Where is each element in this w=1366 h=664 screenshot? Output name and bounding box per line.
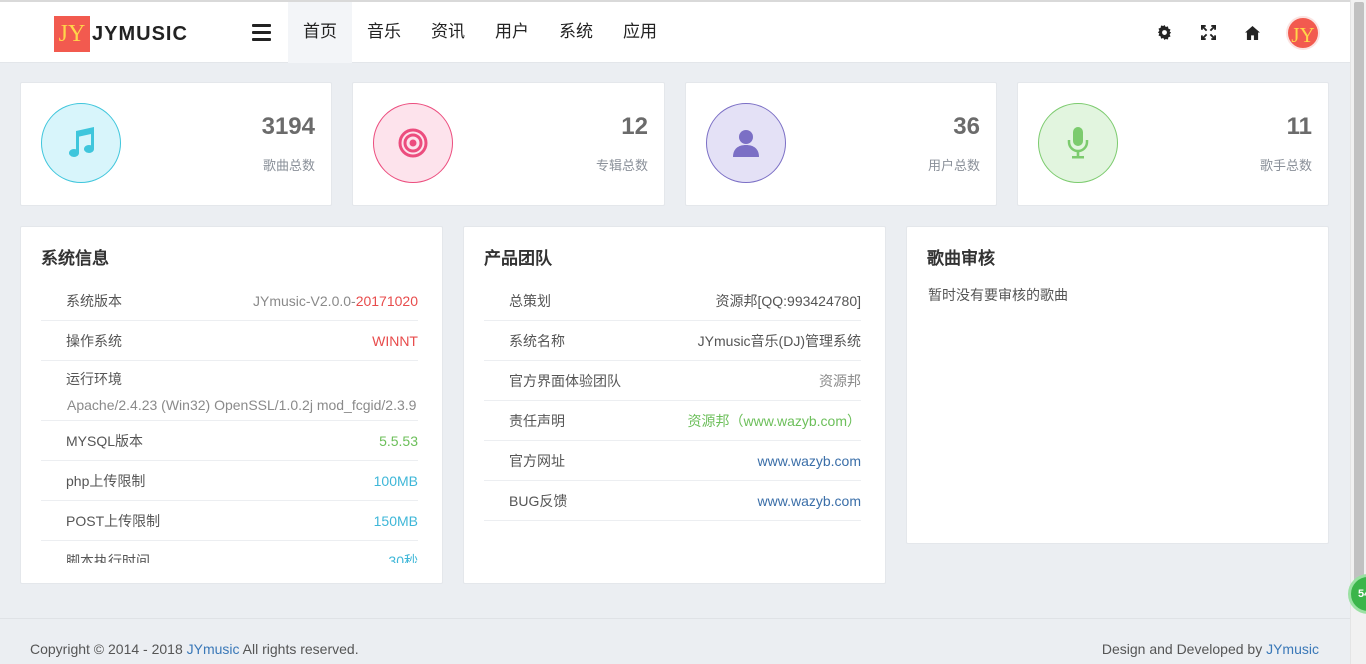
row-value: Apache/2.4.23 (Win32) OpenSSL/1.0.2j mod… — [67, 396, 417, 413]
disc-icon — [373, 103, 453, 183]
copyright-prefix: Copyright © 2014 - 2018 — [30, 641, 187, 657]
team-row: 总策划 资源邦[QQ:993424780] — [484, 281, 861, 321]
nav-item-home[interactable]: 首页 — [288, 2, 352, 63]
row-value: WINNT — [372, 332, 418, 349]
panel-title: 产品团队 — [484, 249, 552, 268]
copyright-suffix: All rights reserved. — [239, 641, 359, 657]
row-value: 5.5.53 — [379, 432, 418, 449]
row-key: BUG反馈 — [509, 492, 568, 509]
version-date: 20171020 — [355, 292, 418, 309]
row-value[interactable]: 资源邦（www.wazyb.com） — [688, 411, 861, 431]
team-row: 责任声明 资源邦（www.wazyb.com） — [484, 401, 861, 441]
stat-value-singers: 11 — [1286, 113, 1312, 140]
row-key: MYSQL版本 — [66, 432, 144, 449]
stat-label-users: 用户总数 — [927, 158, 980, 173]
row-value: 100MB — [373, 472, 418, 489]
stat-value-albums: 12 — [621, 113, 648, 140]
stat-card-singers: 11 歌手总数 — [1017, 82, 1329, 206]
stat-value-songs: 3194 — [261, 113, 315, 140]
stat-card-songs: 3194 歌曲总数 — [20, 82, 332, 206]
stat-card-users: 36 用户总数 — [685, 82, 997, 206]
panel-title: 歌曲审核 — [927, 249, 995, 268]
developer-credit: Design and Developed by JYmusic — [1102, 641, 1319, 657]
stat-label-albums: 专辑总数 — [595, 158, 648, 173]
team-rows: 总策划 资源邦[QQ:993424780] 系统名称 JYmusic音乐(DJ)… — [484, 281, 861, 521]
footer-dev-link[interactable]: JYmusic — [1266, 641, 1319, 657]
row-value: JYmusic音乐(DJ)管理系统 — [697, 332, 861, 349]
info-row: php上传限制 100MB — [41, 461, 418, 501]
main-nav: 首页 音乐 资讯 用户 系统 应用 — [288, 2, 672, 63]
bug-feedback-link[interactable]: www.wazyb.com — [758, 493, 861, 509]
row-key: 官方网址 — [509, 452, 565, 469]
footer-brand-link[interactable]: JYmusic — [187, 641, 240, 657]
row-value: JYmusic-V2.0.0-20171020 — [253, 293, 418, 309]
row-key: 系统名称 — [509, 332, 565, 349]
stat-label-singers: 歌手总数 — [1259, 158, 1312, 173]
team-row: BUG反馈 www.wazyb.com — [484, 481, 861, 521]
nav-item-music[interactable]: 音乐 — [352, 2, 416, 63]
info-row: 操作系统 WINNT — [41, 321, 418, 361]
row-value: 30秒 — [388, 552, 418, 564]
fullscreen-icon[interactable] — [1186, 11, 1230, 55]
info-row: 运行环境 Apache/2.4.23 (Win32) OpenSSL/1.0.2… — [41, 361, 418, 421]
stat-value-users: 36 — [953, 113, 980, 140]
page-scrollbar[interactable] — [1350, 0, 1366, 664]
header-actions: JY — [1142, 2, 1320, 63]
nav-item-users[interactable]: 用户 — [480, 2, 544, 63]
home-icon[interactable] — [1230, 11, 1274, 55]
row-key: 官方界面体验团队 — [509, 372, 621, 389]
row-value: 150MB — [373, 512, 418, 529]
nav-item-apps[interactable]: 应用 — [608, 2, 672, 63]
empty-message: 暂时没有要审核的歌曲 — [928, 287, 1068, 303]
row-key: POST上传限制 — [66, 512, 161, 529]
song-audit-panel: 歌曲审核 暂时没有要审核的歌曲 — [906, 226, 1329, 544]
info-row: 脚本执行时间 30秒 — [41, 541, 418, 564]
row-key: 系统版本 — [66, 292, 122, 309]
logo-text: JYMUSIC — [92, 22, 188, 45]
copyright: Copyright © 2014 - 2018 JYmusic All righ… — [30, 641, 359, 657]
dev-prefix: Design and Developed by — [1101, 641, 1267, 657]
website-link[interactable]: www.wazyb.com — [758, 453, 861, 469]
hamburger-menu-icon[interactable] — [252, 20, 276, 44]
team-row: 官方网址 www.wazyb.com — [484, 441, 861, 481]
row-key: php上传限制 — [66, 472, 146, 489]
panel-title: 系统信息 — [41, 249, 109, 268]
microphone-icon — [1038, 103, 1118, 183]
row-value: 资源邦 — [819, 372, 861, 389]
row-key: 责任声明 — [509, 412, 565, 429]
team-row: 官方界面体验团队 资源邦 — [484, 361, 861, 401]
logo-badge: JY — [54, 16, 90, 52]
info-row: POST上传限制 150MB — [41, 501, 418, 541]
nav-item-news[interactable]: 资讯 — [416, 2, 480, 63]
row-key: 总策划 — [509, 292, 551, 309]
gear-icon[interactable] — [1142, 11, 1186, 55]
system-info-scroll[interactable]: 系统版本 JYmusic-V2.0.0-20171020 操作系统 WINNT … — [21, 281, 442, 563]
info-row: 系统版本 JYmusic-V2.0.0-20171020 — [41, 281, 418, 321]
stat-card-albums: 12 专辑总数 — [352, 82, 665, 206]
row-key: 脚本执行时间 — [66, 552, 150, 564]
scrollbar-thumb[interactable] — [1354, 2, 1364, 592]
top-navbar: JY JYMUSIC 首页 音乐 资讯 用户 系统 应用 JY — [0, 0, 1350, 63]
user-icon — [706, 103, 786, 183]
nav-item-system[interactable]: 系统 — [544, 2, 608, 63]
product-team-panel: 产品团队 总策划 资源邦[QQ:993424780] 系统名称 JYmusic音… — [463, 226, 886, 584]
logo[interactable]: JY JYMUSIC — [54, 16, 188, 52]
info-row: MYSQL版本 5.5.53 — [41, 421, 418, 461]
music-note-icon — [41, 103, 121, 183]
row-key: 运行环境 — [66, 370, 122, 387]
row-key: 操作系统 — [66, 332, 122, 349]
version-prefix: JYmusic-V2.0.0- — [253, 292, 356, 309]
row-value: 资源邦[QQ:993424780] — [715, 292, 861, 309]
avatar[interactable]: JY — [1286, 15, 1320, 50]
stat-label-songs: 歌曲总数 — [262, 158, 315, 173]
team-row: 系统名称 JYmusic音乐(DJ)管理系统 — [484, 321, 861, 361]
system-info-panel: 系统信息 系统版本 JYmusic-V2.0.0-20171020 操作系统 W… — [20, 226, 443, 584]
footer: Copyright © 2014 - 2018 JYmusic All righ… — [0, 618, 1350, 664]
